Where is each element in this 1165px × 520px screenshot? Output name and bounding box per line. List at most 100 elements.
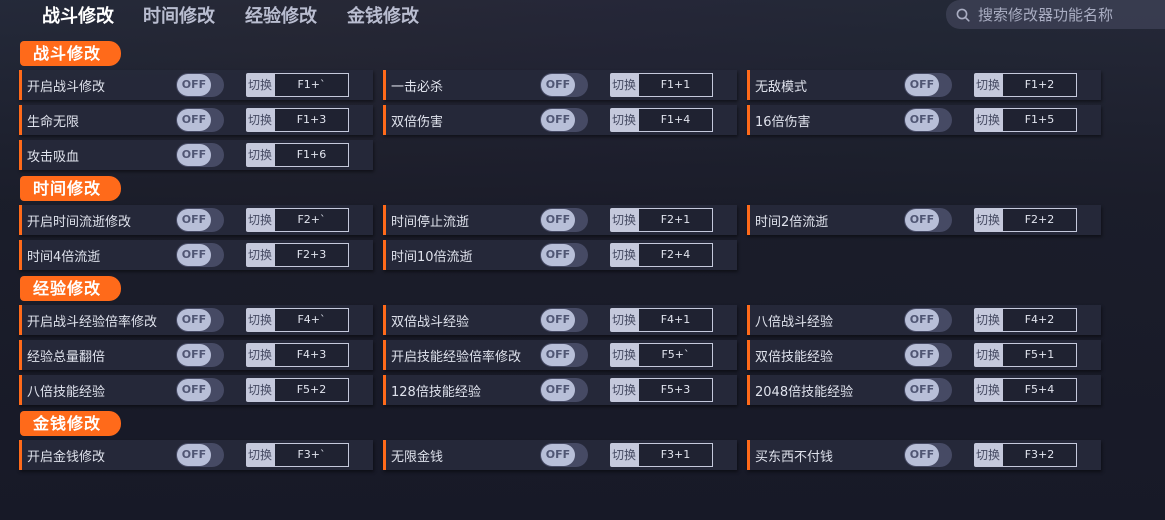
hotkey-switch-button[interactable]: 切换 — [246, 243, 274, 267]
hotkey-field[interactable]: F5+1 — [1002, 343, 1077, 367]
cheat-toggle[interactable]: OFF — [176, 108, 224, 132]
hotkey-field[interactable]: F2+4 — [638, 243, 713, 267]
tab-experience[interactable]: 经验修改 — [245, 2, 317, 28]
cheat-toggle[interactable]: OFF — [176, 343, 224, 367]
hotkey-switch-button[interactable]: 切换 — [246, 208, 274, 232]
hotkey-field[interactable]: F3+` — [274, 443, 349, 467]
hotkey-switch-button[interactable]: 切换 — [610, 243, 638, 267]
cheat-toggle[interactable]: OFF — [176, 143, 224, 167]
cheat-toggle[interactable]: OFF — [540, 243, 588, 267]
hotkey-switch-button[interactable]: 切换 — [246, 308, 274, 332]
cheat-name: 生命无限 — [27, 115, 80, 130]
hotkey-switch-button[interactable]: 切换 — [610, 378, 638, 402]
hotkey-switch-button[interactable]: 切换 — [246, 378, 274, 402]
cheat-name: 时间10倍流逝 — [391, 250, 473, 265]
cheat-row: 时间2倍流逝 OFF 切换 F2+2 — [747, 205, 1101, 235]
top-bar: 战斗修改 时间修改 经验修改 金钱修改 — [0, 0, 1165, 34]
cheat-toggle[interactable]: OFF — [176, 308, 224, 332]
cheat-toggle[interactable]: OFF — [540, 308, 588, 332]
hotkey-switch-button[interactable]: 切换 — [974, 108, 1002, 132]
hotkey-field[interactable]: F1+1 — [638, 73, 713, 97]
hotkey-switch-button[interactable]: 切换 — [246, 343, 274, 367]
hotkey-field[interactable]: F2+1 — [638, 208, 713, 232]
cheat-toggle[interactable]: OFF — [540, 343, 588, 367]
hotkey-field[interactable]: F1+` — [274, 73, 349, 97]
cheat-name: 八倍技能经验 — [27, 385, 106, 400]
hotkey-switch-button[interactable]: 切换 — [974, 443, 1002, 467]
cheat-toggle[interactable]: OFF — [540, 208, 588, 232]
hotkey-field[interactable]: F5+4 — [1002, 378, 1077, 402]
hotkey-switch-button[interactable]: 切换 — [246, 443, 274, 467]
hotkey-field[interactable]: F3+1 — [638, 443, 713, 467]
cheat-toggle[interactable]: OFF — [176, 243, 224, 267]
hotkey-field[interactable]: F5+3 — [638, 378, 713, 402]
hotkey-switch-button[interactable]: 切换 — [246, 143, 274, 167]
hotkey-switch-button[interactable]: 切换 — [610, 73, 638, 97]
cheat-name: 开启金钱修改 — [27, 450, 106, 465]
cheat-toggle[interactable]: OFF — [540, 443, 588, 467]
cheat-toggle[interactable]: OFF — [904, 108, 952, 132]
cheat-toggle[interactable]: OFF — [176, 73, 224, 97]
hotkey-switch-button[interactable]: 切换 — [974, 343, 1002, 367]
hotkey-field[interactable]: F3+2 — [1002, 443, 1077, 467]
hotkey-switch-button[interactable]: 切换 — [610, 443, 638, 467]
hotkey-field[interactable]: F4+1 — [638, 308, 713, 332]
search-input[interactable] — [978, 5, 1158, 24]
section-title-experience: 经验修改 — [20, 276, 121, 301]
hotkey-switch-button[interactable]: 切换 — [610, 308, 638, 332]
hotkey-switch-button[interactable]: 切换 — [974, 208, 1002, 232]
cheat-toggle[interactable]: OFF — [904, 378, 952, 402]
toggle-state-label: OFF — [177, 209, 211, 231]
cheat-name: 开启战斗修改 — [27, 80, 106, 95]
hotkey-field[interactable]: F1+3 — [274, 108, 349, 132]
cheat-toggle[interactable]: OFF — [176, 208, 224, 232]
cheat-name: 买东西不付钱 — [755, 450, 834, 465]
hotkey-field[interactable]: F4+2 — [1002, 308, 1077, 332]
hotkey-field[interactable]: F4+` — [274, 308, 349, 332]
hotkey-switch-button[interactable]: 切换 — [246, 73, 274, 97]
cheat-toggle[interactable]: OFF — [904, 73, 952, 97]
toggle-state-label: OFF — [905, 209, 939, 231]
hotkey-switch-button[interactable]: 切换 — [610, 343, 638, 367]
tab-battle[interactable]: 战斗修改 — [42, 2, 114, 28]
search-box[interactable] — [946, 0, 1165, 29]
hotkey-switch-button[interactable]: 切换 — [974, 378, 1002, 402]
hotkey-field[interactable]: F2+` — [274, 208, 349, 232]
toggle-state-label: OFF — [177, 244, 211, 266]
hotkey-field[interactable]: F1+4 — [638, 108, 713, 132]
hotkey-field[interactable]: F5+` — [638, 343, 713, 367]
cheat-toggle[interactable]: OFF — [540, 378, 588, 402]
cheat-name: 时间停止流逝 — [391, 215, 470, 230]
hotkey-field[interactable]: F1+5 — [1002, 108, 1077, 132]
cheat-toggle[interactable]: OFF — [904, 343, 952, 367]
hotkey-field[interactable]: F2+2 — [1002, 208, 1077, 232]
cheat-toggle[interactable]: OFF — [904, 208, 952, 232]
cheat-toggle[interactable]: OFF — [176, 443, 224, 467]
cheat-toggle[interactable]: OFF — [176, 378, 224, 402]
cheat-row: 双倍技能经验 OFF 切换 F5+1 — [747, 340, 1101, 370]
cheat-toggle[interactable]: OFF — [904, 308, 952, 332]
cheat-name: 时间2倍流逝 — [755, 215, 829, 230]
hotkey-switch-button[interactable]: 切换 — [246, 108, 274, 132]
hotkey-switch-button[interactable]: 切换 — [610, 208, 638, 232]
cheat-name: 双倍战斗经验 — [391, 315, 470, 330]
cheat-row: 时间10倍流逝 OFF 切换 F2+4 — [383, 240, 737, 270]
hotkey-field[interactable]: F4+3 — [274, 343, 349, 367]
hotkey-field[interactable]: F2+3 — [274, 243, 349, 267]
cheat-toggle[interactable]: OFF — [904, 443, 952, 467]
section-title-money: 金钱修改 — [20, 411, 121, 436]
cheat-toggle[interactable]: OFF — [540, 108, 588, 132]
cheat-row: 开启战斗经验倍率修改 OFF 切换 F4+` — [19, 305, 373, 335]
tab-money[interactable]: 金钱修改 — [347, 2, 419, 28]
hotkey-switch-button[interactable]: 切换 — [974, 73, 1002, 97]
cheat-name: 无敌模式 — [755, 80, 808, 95]
hotkey-field[interactable]: F1+6 — [274, 143, 349, 167]
hotkey-field[interactable]: F1+2 — [1002, 73, 1077, 97]
hotkey-switch-button[interactable]: 切换 — [610, 108, 638, 132]
hotkey-switch-button[interactable]: 切换 — [974, 308, 1002, 332]
hotkey-field[interactable]: F5+2 — [274, 378, 349, 402]
cheat-toggle[interactable]: OFF — [540, 73, 588, 97]
tab-time[interactable]: 时间修改 — [143, 2, 215, 28]
cheat-name: 攻击吸血 — [27, 150, 80, 165]
cheat-row: 双倍战斗经验 OFF 切换 F4+1 — [383, 305, 737, 335]
